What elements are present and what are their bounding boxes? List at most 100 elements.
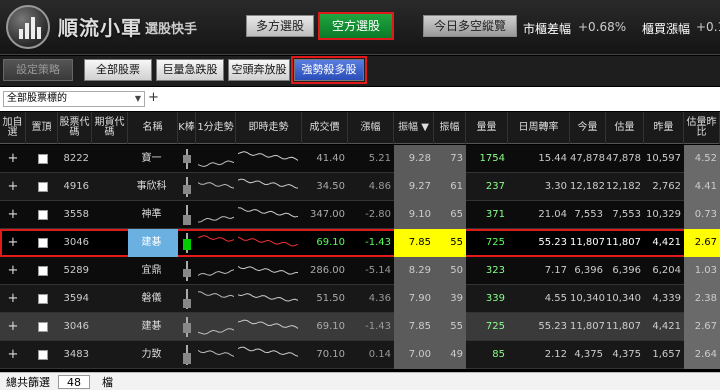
realtime-trend-sparkline [237, 315, 300, 339]
cell-price: 70.10 [316, 349, 345, 360]
cell-amp2: 61 [434, 173, 466, 201]
brand-subtitle: 選股快手 [145, 22, 198, 37]
candlestick-icon [183, 233, 191, 253]
column-header[interactable]: 期貨代碼 [92, 112, 128, 144]
table-row[interactable]: +8222 寶一 41.40 5.21 9.28 73 1754 15.44 47,878 47,… [0, 145, 720, 173]
cell-ratio: 2.67 [684, 229, 720, 257]
cell-vol: 85 [492, 349, 505, 360]
cell-amp2: 65 [434, 201, 466, 229]
add-watchlist-icon[interactable]: + [0, 313, 26, 341]
cell-name: 建碁 [128, 229, 178, 257]
stock-target-select[interactable]: 全部股票標的 ▼ [3, 91, 145, 107]
add-watchlist-icon[interactable]: + [0, 341, 26, 369]
column-header[interactable]: 加自選 [0, 112, 26, 144]
short-release-button[interactable]: 空頭奔放股 [228, 59, 290, 81]
filter-total-unit: 檔 [102, 376, 113, 389]
table-row[interactable]: +3483 力致 70.10 0.14 7.00 49 85 2.12 4,375 4,375 1,… [0, 341, 720, 369]
table-row-selected[interactable]: +3046 建碁 69.10 -1.43 7.85 55 725 55.23 11,807 11,… [0, 229, 720, 257]
cell-vol: 1754 [479, 153, 505, 164]
cell-est: 12,182 [606, 181, 641, 192]
column-header[interactable]: 量量 [466, 112, 508, 144]
cell-yest: 4,421 [652, 237, 681, 248]
pin-top-checkbox[interactable] [38, 294, 48, 304]
cell-amp2: 55 [434, 313, 466, 341]
column-header[interactable]: 估量昨比 [684, 112, 720, 144]
cell-ratio: 2.67 [684, 313, 720, 341]
column-header[interactable]: 漲幅 [348, 112, 394, 144]
candlestick-icon [183, 345, 191, 365]
cell-yest: 10,597 [646, 153, 681, 164]
cell-code: 5289 [63, 265, 89, 276]
overview-button[interactable]: 今日多空縱覽 [423, 15, 517, 37]
cell-vol: 725 [485, 321, 505, 332]
pin-top-checkbox[interactable] [38, 210, 48, 220]
pin-top-checkbox[interactable] [38, 322, 48, 332]
pin-top-checkbox[interactable] [38, 182, 48, 192]
add-watchlist-icon[interactable]: + [0, 257, 26, 285]
add-watchlist-icon[interactable]: + [0, 145, 26, 173]
table-row[interactable]: +5289 宜鼎 286.00 -5.14 8.29 50 323 7.17 6,396 6,39… [0, 257, 720, 285]
cell-price: 347.00 [310, 209, 345, 220]
candlestick-icon [183, 261, 191, 281]
cell-ratio: 4.52 [684, 145, 720, 173]
cell-turn: 2.12 [544, 349, 567, 360]
cell-price: 69.10 [316, 321, 345, 332]
column-header[interactable]: 振幅 ▼ [394, 112, 434, 144]
filter-row: 全部股票標的 ▼ + [0, 87, 720, 111]
app-logo [6, 5, 50, 49]
pin-top-checkbox[interactable] [38, 266, 48, 276]
market-diff-value: +0.68% [578, 20, 627, 34]
column-header[interactable]: 日周轉率 [508, 112, 570, 144]
minute-trend-sparkline [197, 175, 235, 199]
column-header[interactable]: 置頂 [26, 112, 58, 144]
pin-top-checkbox[interactable] [38, 350, 48, 360]
cell-est: 4,375 [612, 349, 641, 360]
table-row[interactable]: +4916 事欣科 34.50 4.86 9.27 61 237 3.30 12,182 12,1… [0, 173, 720, 201]
realtime-trend-sparkline [237, 203, 300, 227]
cell-ratio: 0.73 [684, 201, 720, 229]
cell-amp2: 55 [434, 229, 466, 257]
candlestick-icon [183, 149, 191, 169]
settings-strategy-button[interactable]: 設定策略 [3, 59, 73, 81]
table-header: 加自選 置頂 股票代碼 期貨代碼 名稱 K棒 1分走勢 即時走勢 成交價 漲幅 振幅 ▼ 振幅 量量 日周… [0, 112, 720, 144]
cell-price: 41.40 [316, 153, 345, 164]
candlestick-icon [183, 289, 191, 309]
cell-vol: 371 [485, 209, 505, 220]
add-watchlist-icon[interactable]: + [0, 285, 26, 313]
tab-short-selection[interactable]: 空方選股 [318, 12, 394, 40]
tab-long-selection[interactable]: 多方選股 [246, 15, 314, 37]
strong-to-long-button[interactable]: 強勢殺多股 [291, 56, 367, 84]
volume-drop-button[interactable]: 巨量急跌股 [156, 59, 224, 81]
column-header[interactable]: 股票代碼 [58, 112, 92, 144]
cell-chg: 0.14 [368, 349, 391, 360]
cell-today: 7,553 [574, 209, 603, 220]
column-header[interactable]: 1分走勢 [196, 112, 236, 144]
otc-change-label: 櫃買漲幅 [642, 22, 691, 36]
pin-top-checkbox[interactable] [38, 154, 48, 164]
realtime-trend-sparkline [237, 231, 300, 255]
minute-trend-sparkline [197, 259, 235, 283]
column-header[interactable]: 振幅 [434, 112, 466, 144]
cell-amp2: 50 [434, 257, 466, 285]
realtime-trend-sparkline [237, 343, 300, 367]
cell-est: 7,553 [612, 209, 641, 220]
add-watchlist-icon[interactable]: + [0, 229, 26, 257]
add-target-icon[interactable]: + [148, 91, 159, 105]
cell-name: 神準 [141, 209, 162, 220]
all-stocks-button[interactable]: 全部股票 [84, 59, 152, 81]
pin-top-checkbox[interactable] [38, 238, 48, 248]
add-watchlist-icon[interactable]: + [0, 173, 26, 201]
column-header[interactable]: 即時走勢 [236, 112, 302, 144]
table-row[interactable]: +3558 神準 347.00 -2.80 9.10 65 371 21.04 7,553 7,5… [0, 201, 720, 229]
column-header[interactable]: 名稱 [128, 112, 178, 144]
cell-turn: 4.55 [544, 293, 567, 304]
cell-chg: -1.43 [365, 237, 391, 248]
column-header[interactable]: 成交價 [302, 112, 348, 144]
table-row[interactable]: +3594 磐儀 51.50 4.36 7.90 39 339 4.55 10,340 10,34… [0, 285, 720, 313]
column-header[interactable]: K棒 [178, 112, 196, 144]
column-header[interactable]: 估量 [606, 112, 644, 144]
column-header[interactable]: 今量 [570, 112, 606, 144]
table-row[interactable]: +3046 建碁 69.10 -1.43 7.85 55 725 55.23 11,807 11,… [0, 313, 720, 341]
column-header[interactable]: 昨量 [644, 112, 684, 144]
add-watchlist-icon[interactable]: + [0, 201, 26, 229]
